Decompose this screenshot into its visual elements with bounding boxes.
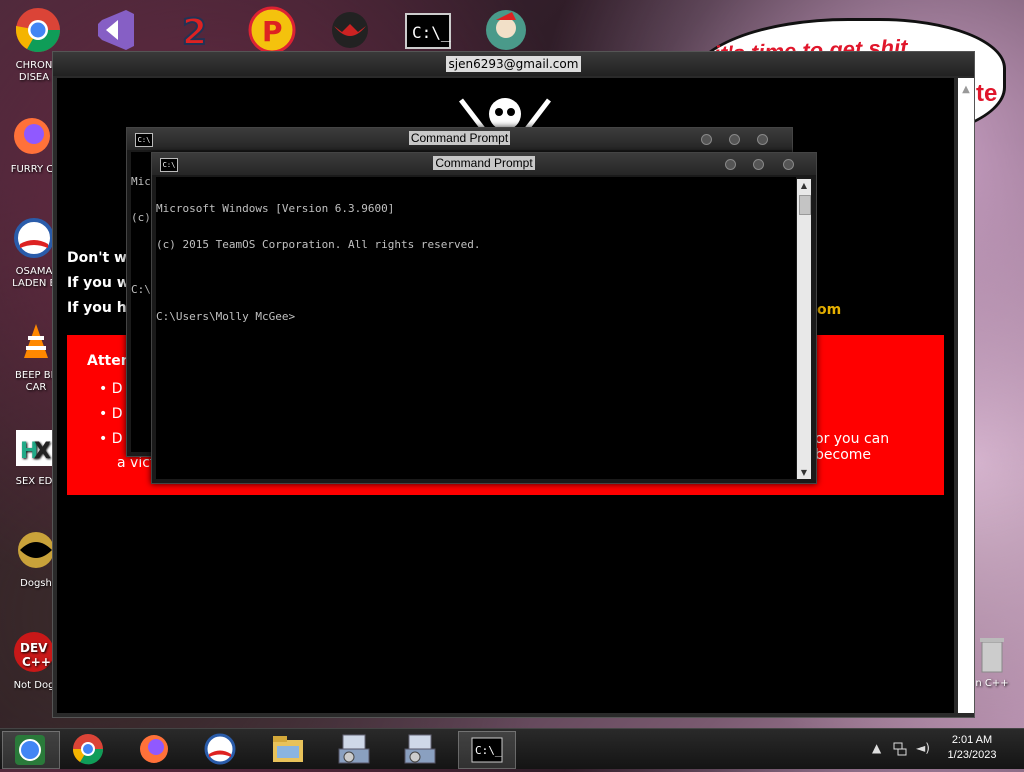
cmd-back-titlebar[interactable]: C:\ Command Prompt	[127, 128, 792, 150]
wallpaper-text-2: te	[976, 80, 998, 107]
ransom-line-2: If you w	[67, 275, 130, 291]
clock-time: 2:01 AM	[951, 734, 993, 746]
cmd-front-line: (c) 2015 TeamOS Corporation. All rights …	[156, 238, 481, 251]
minimize-button[interactable]	[701, 134, 712, 145]
maximize-button[interactable]	[729, 134, 740, 145]
clock-date: 1/23/2023	[947, 749, 997, 761]
scroll-down-icon[interactable]: ▼	[797, 468, 811, 477]
cmd-back-title: Command Prompt	[408, 131, 511, 145]
cmd-front-line: Microsoft Windows [Version 6.3.9600]	[156, 202, 395, 215]
start-button[interactable]	[2, 731, 60, 769]
attention-bullet-tail: or you can become	[815, 431, 890, 463]
taskbar-installer-1[interactable]	[326, 731, 382, 767]
cmd-front-title: Command Prompt	[433, 156, 535, 170]
hx-icon: HX	[16, 430, 52, 466]
svg-text:C:\_: C:\_	[412, 23, 451, 42]
firefox-icon	[140, 735, 168, 763]
taskbar-obama[interactable]	[192, 731, 248, 767]
svg-text:C:\_: C:\_	[475, 744, 502, 757]
app-bat-icon[interactable]	[326, 6, 374, 54]
app-character-icon[interactable]	[482, 6, 530, 54]
ransom-email-fragment[interactable]: om	[817, 302, 841, 318]
ransom-window-titlebar[interactable]: sjen6293@gmail.com	[53, 52, 974, 76]
chrome-icon	[72, 734, 104, 765]
chrome-desktop-icon[interactable]	[14, 6, 62, 54]
cmd-window-front[interactable]: C:\ Command Prompt Microsoft Windows [Ve…	[151, 152, 817, 484]
taskbar: C:\_ ▲ ◄) 2:01 AM 1/23/2023	[0, 728, 1024, 769]
minimize-button[interactable]	[725, 159, 736, 170]
cmd-desktop-icon[interactable]: C:\_	[404, 6, 452, 54]
close-button[interactable]	[783, 159, 794, 170]
taskbar-firefox[interactable]	[126, 731, 182, 767]
recycle-bin-icon	[980, 638, 1004, 673]
maximize-button[interactable]	[753, 159, 764, 170]
cmd-front-prompt: C:\Users\Molly McGee>	[156, 310, 296, 323]
network-icon[interactable]	[892, 741, 908, 757]
cmd-front-line	[156, 275, 796, 287]
attention-title: Atten	[87, 353, 131, 369]
ransom-window-scrollbar[interactable]: ▲	[958, 78, 974, 713]
obama-logo-icon	[14, 218, 54, 258]
close-button[interactable]	[757, 134, 768, 145]
taskbar-command-prompt[interactable]: C:\_	[458, 731, 516, 769]
cmd-scrollbar[interactable]: ▲ ▼	[797, 179, 811, 479]
devcpp-icon: DEVC++	[14, 632, 54, 672]
folder-icon	[273, 736, 303, 762]
svg-text:2: 2	[182, 12, 207, 53]
obama-logo-icon	[204, 733, 236, 765]
firefox-icon	[14, 118, 50, 154]
app-p-icon[interactable]: P	[248, 6, 296, 54]
ransom-window-title: sjen6293@gmail.com	[445, 56, 582, 72]
scroll-up-icon[interactable]: ▲	[797, 181, 811, 190]
taskbar-chrome[interactable]	[60, 731, 116, 767]
attention-bullet: • D	[99, 406, 123, 422]
svg-text:DEV: DEV	[20, 641, 48, 655]
scroll-thumb[interactable]	[799, 195, 811, 215]
tray-overflow-icon[interactable]: ▲	[872, 741, 881, 755]
chrome-icon	[16, 8, 60, 52]
start-orb-icon	[15, 735, 45, 765]
attention-bullet: • D	[99, 431, 123, 447]
installer-icon	[404, 734, 436, 764]
scroll-up-icon[interactable]: ▲	[958, 84, 974, 95]
svg-text:X: X	[34, 439, 51, 464]
cmd-icon: C:\_	[471, 737, 503, 763]
svg-text:P: P	[262, 15, 283, 48]
app-2-icon[interactable]: 2	[170, 6, 218, 54]
installer-icon	[338, 734, 370, 764]
attention-bullet-tail-2: a vict	[117, 455, 156, 471]
attention-bullet: • D	[99, 381, 123, 397]
taskbar-clock[interactable]: 2:01 AM 1/23/2023	[932, 733, 1012, 763]
volume-icon[interactable]: ◄)	[916, 741, 930, 755]
svg-text:C++: C++	[22, 655, 51, 669]
cmd-front-titlebar[interactable]: C:\ Command Prompt	[152, 153, 816, 175]
cmd-front-output[interactable]: Microsoft Windows [Version 6.3.9600] (c)…	[156, 177, 796, 479]
taskbar-file-explorer[interactable]	[260, 731, 316, 767]
taskbar-installer-2[interactable]	[392, 731, 448, 767]
visual-studio-icon[interactable]	[92, 6, 140, 54]
